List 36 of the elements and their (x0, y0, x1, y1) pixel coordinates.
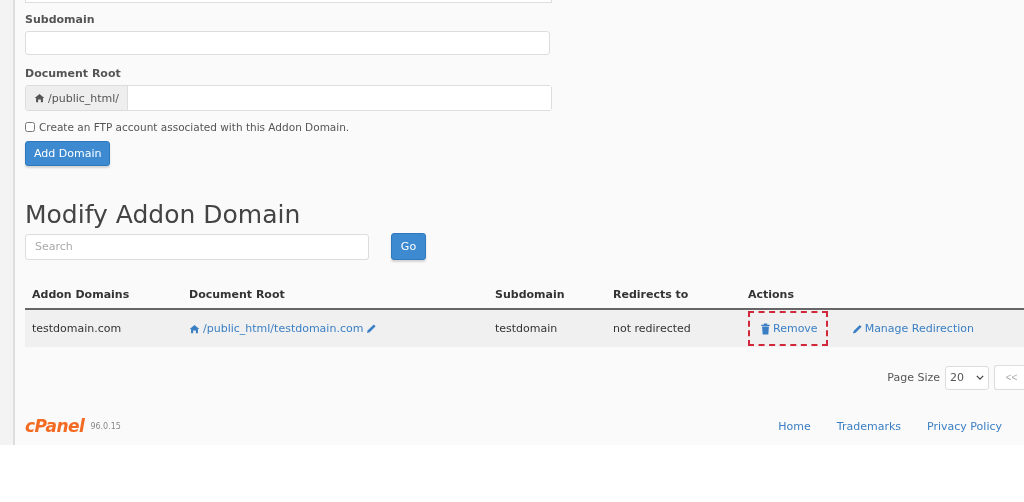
input-field[interactable] (25, 31, 550, 55)
trash-icon (760, 322, 771, 335)
add-domain-button[interactable]: Add Domain (25, 141, 111, 166)
go-button[interactable]: Go (391, 233, 426, 260)
table-cell-text: testdomain.com (31, 322, 123, 335)
first-page-button[interactable]: << (994, 365, 1024, 390)
footer-link[interactable]: Trademarks (836, 419, 902, 433)
column-header: Subdomain (494, 287, 566, 301)
column-header: Addon Domains (31, 287, 131, 301)
table-cell-text: not redirected (612, 322, 692, 335)
chevron-down-icon (976, 375, 984, 380)
remove-link[interactable]: Remove (748, 311, 828, 346)
manage-redirection-link[interactable]: Manage Redirection (839, 311, 984, 346)
version-text: 96.0.15 (90, 421, 121, 431)
section-title: Modify Addon Domain (25, 200, 301, 229)
input-field[interactable]: /public_html/ (25, 85, 552, 111)
page-size-select[interactable]: 20 (945, 365, 989, 390)
table-cell-text: testdomain (494, 322, 559, 335)
field-label: Document Root (25, 67, 121, 80)
field-label: Subdomain (25, 13, 95, 26)
pencil-icon (851, 322, 863, 335)
home-icon (189, 323, 200, 334)
column-header: Redirects to (612, 287, 690, 301)
column-header: Document Root (188, 287, 286, 301)
pencil-icon[interactable] (366, 323, 378, 334)
page-size-label: Page Size (887, 371, 940, 384)
cpanel-logo: cPanel (25, 416, 85, 436)
checkbox[interactable] (25, 122, 35, 132)
column-header: Actions (747, 287, 795, 301)
footer-link[interactable]: Home (778, 419, 811, 433)
path-prefix: /public_html/ (26, 86, 129, 110)
search-field[interactable]: Search (25, 233, 369, 260)
footer-link[interactable]: Privacy Policy (927, 419, 1002, 433)
home-icon (34, 93, 45, 103)
document-root-link[interactable]: /public_html/testdomain.com (189, 322, 364, 335)
checkbox-label: Create an FTP account associated with this Addon Domain. (39, 121, 350, 133)
